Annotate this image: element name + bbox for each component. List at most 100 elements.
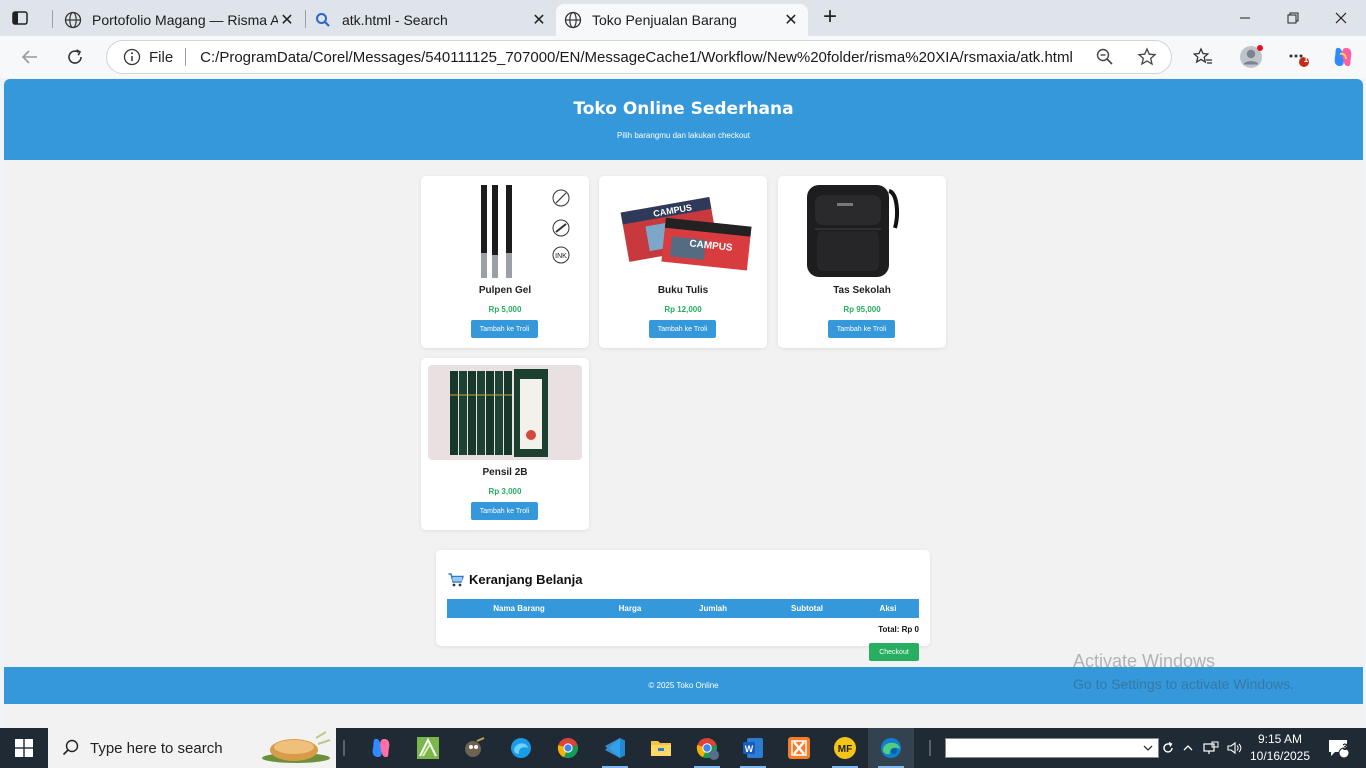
copilot-icon[interactable] [1331, 45, 1355, 69]
column-header-jumlah: Jumlah [698, 604, 728, 613]
file-explorer-app-icon[interactable] [638, 728, 684, 768]
taskbar-search-box[interactable]: Type here to search [48, 728, 336, 768]
clock-time: 9:15 AM [1257, 732, 1303, 746]
tab-toko-penjualan[interactable]: Toko Penjualan Barang ✕ [556, 4, 808, 36]
product-price: Rp 12,000 [664, 305, 702, 314]
windows-start-icon[interactable] [0, 728, 48, 768]
close-tab-icon[interactable]: ✕ [782, 11, 800, 29]
refresh-icon[interactable] [61, 44, 89, 70]
tab-title: Portofolio Magang — Risma Apria [92, 12, 278, 28]
search-highlight-bread-icon [256, 730, 332, 766]
search-icon [62, 739, 80, 757]
more-menu-icon[interactable]: 1 [1287, 46, 1309, 68]
shopping-cart-icon [448, 572, 464, 587]
add-to-cart-button[interactable]: Tambah ke Troli [828, 320, 895, 338]
product-card: Tas Sekolah Rp 95,000 Tambah ke Troli [778, 176, 946, 348]
column-header-nama-barang: Nama Barang [493, 604, 545, 613]
column-header-aksi: Aksi [879, 604, 897, 613]
product-name: Pulpen Gel [478, 285, 532, 296]
xampp-app-icon[interactable] [776, 728, 822, 768]
product-card: INK Pulpen Gel Rp 5,000 Tambah ke Troli [421, 176, 589, 348]
product-price: Rp 95,000 [843, 305, 881, 314]
chevron-up-icon[interactable] [1180, 728, 1196, 768]
product-image-pens: INK [428, 183, 582, 278]
info-icon[interactable] [123, 48, 141, 66]
close-tab-icon[interactable]: ✕ [530, 11, 548, 29]
product-image-backpack [785, 183, 939, 278]
add-to-cart-button[interactable]: Tambah ke Troli [471, 320, 538, 338]
cart-total: Total: Rp 0 [878, 625, 919, 634]
favorites-icon[interactable] [1192, 46, 1214, 68]
product-price: Rp 5,000 [488, 305, 522, 314]
globe-icon [564, 11, 582, 29]
product-card: CAMPUS CAMPUS Buku Tulis Rp 12,000 Tamba… [599, 176, 767, 348]
system-clock[interactable]: 9:15 AM 10/16/2025 [1240, 731, 1320, 765]
back-arrow-icon[interactable] [16, 44, 44, 70]
cart-title: Keranjang Belanja [448, 572, 582, 587]
divider [185, 48, 187, 66]
svg-text:INK: INK [555, 253, 567, 260]
refresh-icon[interactable] [1160, 728, 1176, 768]
product-image-notebooks: CAMPUS CAMPUS [606, 183, 760, 278]
notification-badge: 1 [1303, 55, 1309, 64]
shopping-cart-panel: Keranjang Belanja Nama Barang Harga Juml… [436, 550, 930, 646]
tab-actions-icon[interactable] [10, 8, 30, 28]
column-header-harga: Harga [618, 604, 642, 613]
cart-title-text: Keranjang Belanja [469, 572, 583, 587]
search-placeholder: Type here to search [90, 739, 223, 757]
add-to-cart-button[interactable]: Tambah ke Troli [649, 320, 716, 338]
copilot-app-icon[interactable] [358, 728, 404, 768]
svg-text:MF: MF [838, 744, 852, 755]
page-subtitle: Pilih barangmu dan lakukan checkout [617, 131, 750, 140]
notification-count: 3 [1342, 742, 1348, 752]
notification-center-icon[interactable]: 3 [1320, 728, 1356, 768]
chrome-profile-app-icon[interactable] [684, 728, 730, 768]
minimize-icon[interactable] [1222, 4, 1268, 32]
new-tab-icon[interactable]: + [818, 5, 842, 30]
edge-app-icon[interactable] [868, 728, 914, 768]
column-header-subtotal: Subtotal [791, 604, 823, 613]
checkout-button[interactable]: Checkout [869, 643, 919, 661]
address-bar[interactable]: File C:/ProgramData/Corel/Messages/54011… [106, 40, 1172, 74]
activation-watermark: Activate Windows Go to Settings to activ… [1073, 651, 1294, 692]
word-app-icon[interactable]: W [730, 728, 776, 768]
zoom-icon[interactable] [1095, 47, 1115, 67]
chevron-down-icon[interactable] [1142, 741, 1154, 760]
close-tab-icon[interactable]: ✕ [278, 11, 296, 29]
profile-avatar-icon[interactable] [1239, 45, 1263, 69]
tab-atk-search[interactable]: atk.html - Search ✕ [306, 4, 556, 36]
page-viewport: Toko Online Sederhana Pilih barangmu dan… [4, 79, 1363, 727]
taskbar-divider [343, 740, 345, 756]
gimp-app-icon[interactable] [451, 728, 497, 768]
product-name: Tas Sekolah [833, 285, 891, 296]
restore-icon[interactable] [1270, 4, 1316, 32]
product-name: Pensil 2B [482, 467, 528, 478]
vscode-app-icon[interactable] [592, 728, 638, 768]
taskbar-divider [929, 740, 931, 756]
watermark-line-2: Go to Settings to activate Windows. [1073, 676, 1294, 692]
browser-toolbar: File C:/ProgramData/Corel/Messages/54011… [0, 36, 1366, 78]
product-price: Rp 3,000 [488, 487, 522, 496]
edge-dev-app-icon[interactable] [498, 728, 544, 768]
watermark-line-1: Activate Windows [1073, 651, 1216, 671]
cart-table-header: Nama Barang Harga Jumlah Subtotal Aksi [447, 599, 919, 618]
favorite-star-icon[interactable] [1137, 47, 1157, 67]
tab-separator [52, 10, 53, 28]
url-text[interactable]: C:/ProgramData/Corel/Messages/540111125_… [200, 49, 1095, 66]
tab-title: Toko Penjualan Barang [592, 12, 737, 28]
taskbar: Type here to search W MF 9:15 AM 10/16/2… [0, 728, 1366, 768]
scheme-label: File [149, 48, 174, 66]
toolbar-address-input[interactable] [945, 738, 1159, 758]
corel-app-icon[interactable] [405, 728, 451, 768]
close-window-icon[interactable] [1318, 4, 1364, 32]
product-image-pencils [428, 365, 582, 460]
clock-date: 10/16/2025 [1249, 749, 1311, 763]
tab-portofolio[interactable]: Portofolio Magang — Risma Apria ✕ [56, 4, 304, 36]
mf-app-icon[interactable]: MF [822, 728, 868, 768]
svg-text:W: W [745, 744, 754, 754]
chrome-app-icon[interactable] [545, 728, 591, 768]
add-to-cart-button[interactable]: Tambah ke Troli [471, 502, 538, 520]
globe-icon [64, 11, 82, 29]
network-icon[interactable] [1202, 728, 1220, 768]
browser-tab-bar: Portofolio Magang — Risma Apria ✕ atk.ht… [0, 0, 1366, 36]
